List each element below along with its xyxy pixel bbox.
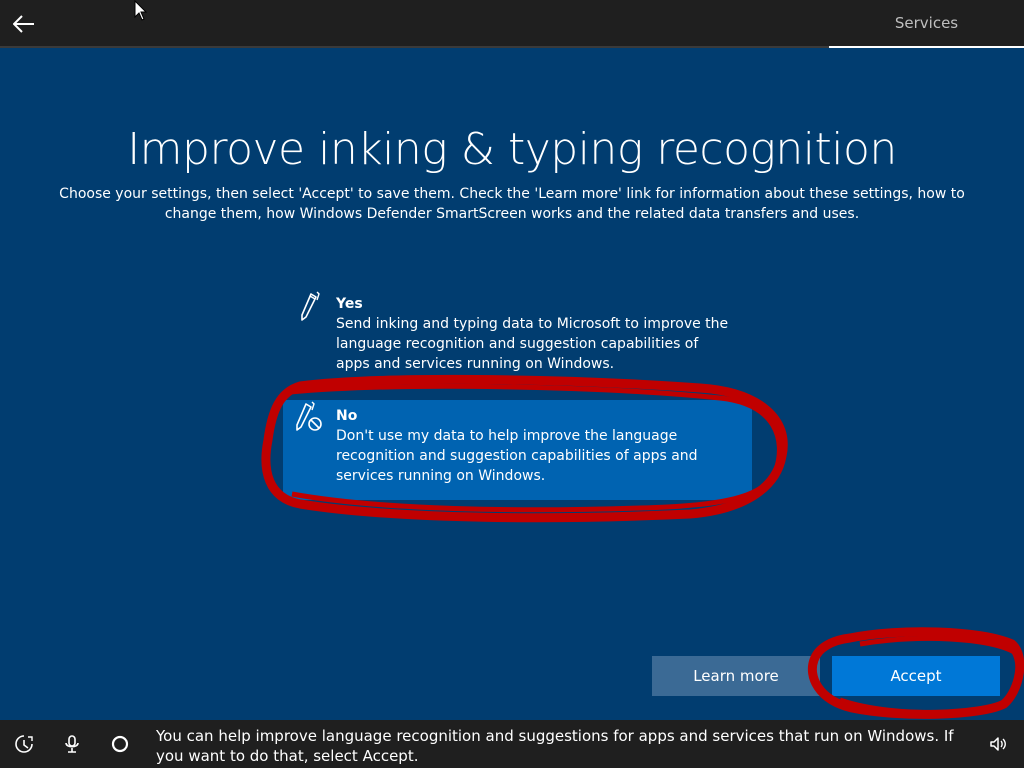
- microphone-icon: [65, 735, 79, 753]
- back-arrow-icon: [13, 15, 34, 33]
- oobe-screen: Services Improve inking & typing recogni…: [0, 0, 1024, 768]
- option-no-description: Don't use my data to help improve the la…: [336, 428, 698, 484]
- pen-icon: [301, 291, 320, 321]
- mouse-pointer-icon: [134, 0, 148, 21]
- page-title: Improve inking & typing recognition: [127, 124, 897, 175]
- bottom-bar: You can help improve language recognitio…: [0, 720, 1024, 768]
- option-no[interactable]: No Don't use my data to help improve the…: [283, 400, 752, 500]
- narration-text: You can help improve language recognitio…: [156, 727, 954, 765]
- ease-of-access-button[interactable]: [12, 732, 36, 756]
- accept-button[interactable]: Accept: [832, 656, 1000, 696]
- volume-icon: [990, 737, 1006, 751]
- option-yes-title: Yes: [336, 296, 363, 312]
- ease-of-access-icon: [15, 735, 33, 753]
- pen-blocked-icon: [296, 401, 322, 431]
- option-no-title: No: [336, 408, 358, 424]
- option-yes[interactable]: Yes Send inking and typing data to Micro…: [283, 288, 752, 386]
- microphone-button[interactable]: [60, 732, 84, 756]
- option-yes-description: Send inking and typing data to Microsoft…: [336, 316, 729, 372]
- volume-button[interactable]: [986, 732, 1010, 756]
- cortana-button[interactable]: [108, 732, 132, 756]
- cortana-icon: [111, 735, 129, 753]
- step-tab-services[interactable]: Services: [829, 0, 1024, 48]
- learn-more-button[interactable]: Learn more: [652, 656, 820, 696]
- back-button[interactable]: [8, 8, 40, 40]
- top-bar: Services: [0, 0, 1024, 48]
- page-subtitle: Choose your settings, then select 'Accep…: [59, 186, 965, 222]
